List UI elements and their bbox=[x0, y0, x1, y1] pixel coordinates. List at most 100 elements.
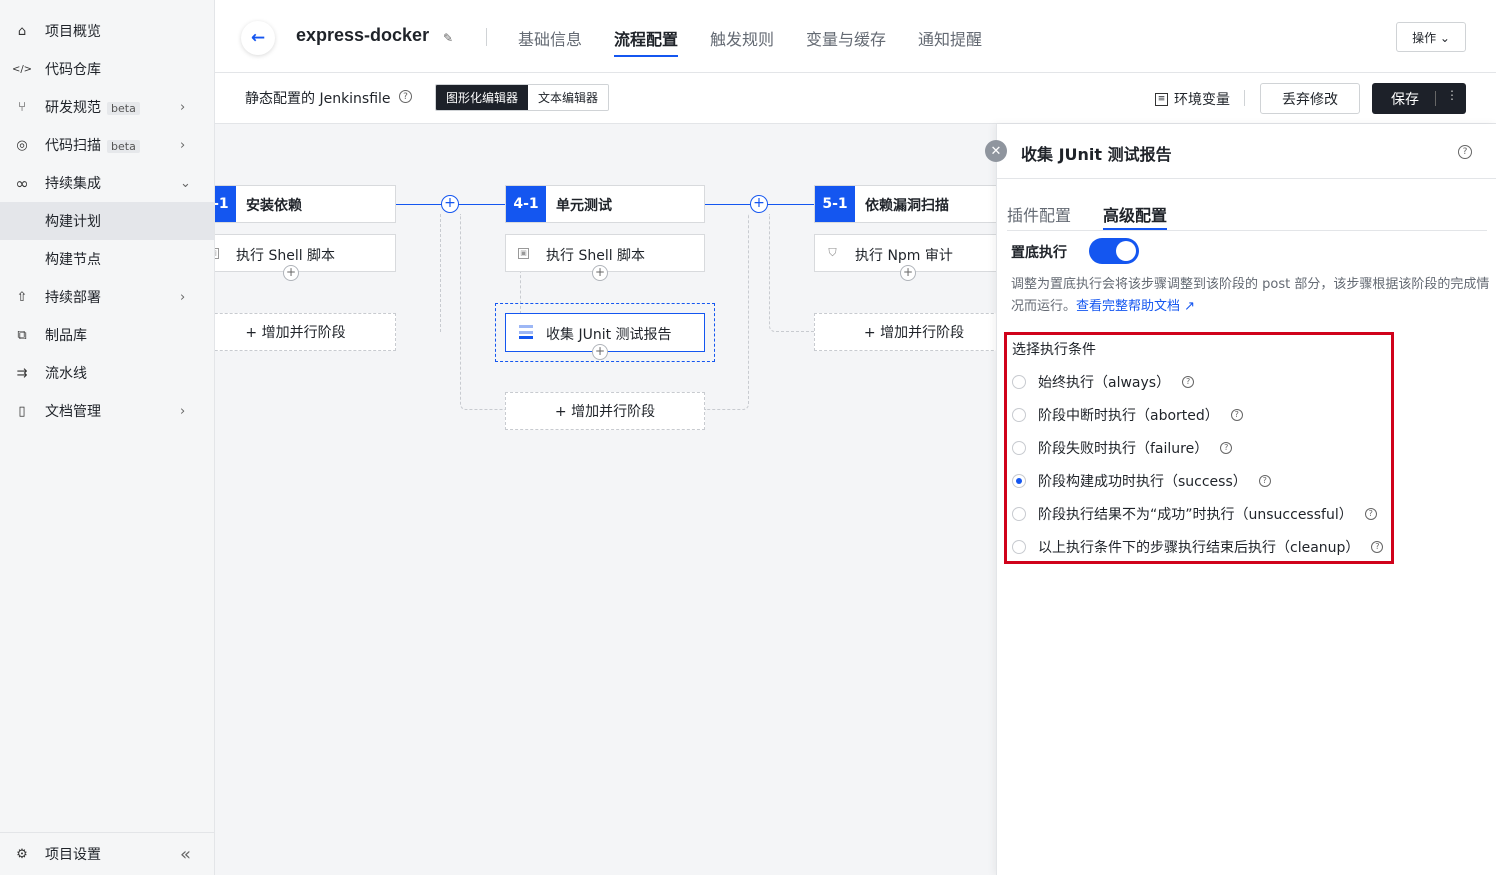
condition-label: 阶段执行结果不为“成功”时执行（unsuccessful） bbox=[1038, 507, 1353, 523]
env-variables-icon: ≡ bbox=[1155, 92, 1168, 106]
radio-button[interactable] bbox=[1012, 375, 1026, 389]
editor-mode-toggle: 图形化编辑器 文本编辑器 bbox=[435, 84, 610, 111]
stage-number: 5-1 bbox=[815, 186, 855, 222]
sidebar-item-label: 构建节点 bbox=[45, 252, 101, 268]
sidebar-item-pipeline[interactable]: ⇉ 流水线 bbox=[0, 354, 214, 392]
sidebar-item-label: 构建计划 bbox=[45, 214, 101, 230]
operations-dropdown[interactable]: 操作 ⌄ bbox=[1396, 22, 1466, 52]
add-stage-icon[interactable]: + bbox=[750, 195, 768, 213]
shell-icon: ▣ bbox=[518, 248, 529, 259]
sidebar-item-build-plan[interactable]: 构建计划 bbox=[0, 202, 214, 240]
shield-icon: ⛉ bbox=[828, 246, 837, 259]
edit-icon[interactable]: ✎ bbox=[443, 31, 453, 45]
sidebar-item-docs[interactable]: ▯ 文档管理 › bbox=[0, 392, 214, 430]
step-card[interactable]: ▣ 执行 Shell 脚本 bbox=[215, 234, 396, 272]
stage-number: 3-1 bbox=[215, 186, 236, 222]
condition-option-cleanup[interactable]: 以上执行条件下的步骤执行结束后执行（cleanup） ? bbox=[1012, 537, 1384, 557]
add-step-icon[interactable]: + bbox=[900, 265, 916, 281]
project-settings-label: 项目设置 bbox=[45, 847, 101, 863]
stage-header[interactable]: 5-1 依赖漏洞扫描 bbox=[814, 185, 996, 223]
sidebar-item-cd[interactable]: ⇧ 持续部署 › bbox=[0, 278, 214, 316]
sidebar-item-artifacts[interactable]: ⧉ 制品库 bbox=[0, 316, 214, 354]
help-icon[interactable]: ? bbox=[1458, 145, 1472, 159]
branch-icon: ⑂ bbox=[18, 99, 26, 115]
add-parallel-stage-button[interactable]: + 增加并行阶段 bbox=[505, 392, 705, 430]
add-parallel-stage-button[interactable]: + 增加并行阶段 bbox=[814, 313, 996, 351]
help-icon[interactable]: ? bbox=[1258, 475, 1271, 487]
condition-option-failure[interactable]: 阶段失败时执行（failure） ? bbox=[1012, 438, 1233, 458]
back-button[interactable]: ← bbox=[241, 21, 275, 55]
help-icon[interactable]: ? bbox=[1371, 541, 1384, 553]
help-icon[interactable]: ? bbox=[1220, 442, 1233, 454]
save-button[interactable]: 保存 ⋮ bbox=[1372, 83, 1466, 114]
sidebar-item-dev-standards[interactable]: ⑂ 研发规范 beta › bbox=[0, 88, 214, 126]
rocket-icon: ⇧ bbox=[16, 289, 28, 305]
pipeline-icon: ⇉ bbox=[16, 365, 28, 381]
help-icon[interactable]: ? bbox=[1182, 376, 1195, 388]
radio-button[interactable] bbox=[1012, 441, 1026, 455]
env-variables-button[interactable]: ≡ 环境变量 bbox=[1155, 89, 1230, 109]
help-icon[interactable]: ? bbox=[399, 90, 412, 103]
sidebar-item-label: 制品库 bbox=[45, 328, 87, 344]
add-step-icon[interactable]: + bbox=[592, 265, 608, 281]
more-options-icon[interactable]: ⋮ bbox=[1446, 88, 1458, 102]
step-config-panel: ✕ 收集 JUnit 测试报告 ? 插件配置 高级配置 置底执行 调整为置底执行… bbox=[985, 124, 1496, 875]
condition-label: 阶段失败时执行（failure） bbox=[1038, 441, 1209, 457]
collapse-sidebar-icon[interactable]: « bbox=[180, 844, 191, 865]
help-doc-link[interactable]: 查看完整帮助文档 ↗ bbox=[1076, 299, 1195, 314]
radio-button-selected[interactable] bbox=[1012, 474, 1026, 488]
tab-notifications[interactable]: 通知提醒 bbox=[918, 26, 982, 50]
sidebar-item-code-scan[interactable]: ◎ 代码扫描 beta › bbox=[0, 126, 214, 164]
env-variables-label: 环境变量 bbox=[1174, 92, 1230, 108]
save-label: 保存 bbox=[1391, 92, 1419, 108]
chevron-right-icon: › bbox=[180, 289, 186, 305]
stage-header[interactable]: 4-1 单元测试 bbox=[505, 185, 705, 223]
active-tab-indicator bbox=[614, 55, 678, 57]
sidebar-item-label: 持续部署 bbox=[45, 290, 101, 306]
sidebar-item-code-repo[interactable]: </> 代码仓库 bbox=[0, 50, 214, 88]
stage-header[interactable]: 3-1 安装依赖 bbox=[215, 185, 396, 223]
condition-option-always[interactable]: 始终执行（always） ? bbox=[1012, 372, 1195, 392]
radio-button[interactable] bbox=[1012, 540, 1026, 554]
tab-advanced-config[interactable]: 高级配置 bbox=[1103, 202, 1167, 226]
sidebar-item-build-nodes[interactable]: 构建节点 bbox=[0, 240, 214, 278]
tab-plugin-config[interactable]: 插件配置 bbox=[1007, 202, 1071, 226]
tab-flow-config[interactable]: 流程配置 bbox=[614, 26, 678, 50]
tab-trigger-rules[interactable]: 触发规则 bbox=[710, 26, 774, 50]
run-at-bottom-label: 置底执行 bbox=[1011, 245, 1067, 261]
panel-title: 收集 JUnit 测试报告 bbox=[1021, 145, 1172, 164]
condition-option-aborted[interactable]: 阶段中断时执行（aborted） ? bbox=[1012, 405, 1243, 425]
sidebar-item-label: 持续集成 bbox=[45, 176, 101, 192]
help-icon[interactable]: ? bbox=[1230, 409, 1243, 421]
beta-badge: beta bbox=[107, 140, 140, 153]
junit-report-icon bbox=[519, 325, 533, 339]
run-at-bottom-toggle[interactable] bbox=[1089, 238, 1139, 264]
discard-changes-button[interactable]: 丢弃修改 bbox=[1260, 83, 1360, 114]
chevron-right-icon: › bbox=[180, 403, 186, 419]
sidebar-item-label: 代码扫描 bbox=[45, 138, 101, 154]
stage-title: 安装依赖 bbox=[246, 198, 302, 214]
condition-group: 选择执行条件 始终执行（always） ? 阶段中断时执行（aborted） ?… bbox=[1004, 332, 1394, 564]
sidebar-item-overview[interactable]: ⌂ 项目概览 bbox=[0, 12, 214, 50]
close-icon[interactable]: ✕ bbox=[985, 140, 1007, 162]
add-stage-icon[interactable]: + bbox=[441, 195, 459, 213]
sidebar-item-ci[interactable]: ∞ 持续集成 ⌄ bbox=[0, 164, 214, 202]
help-icon[interactable]: ? bbox=[1364, 508, 1377, 520]
add-step-icon[interactable]: + bbox=[283, 265, 299, 281]
tab-basic-info[interactable]: 基础信息 bbox=[518, 26, 582, 50]
shell-icon: ▣ bbox=[215, 248, 219, 259]
add-step-icon[interactable]: + bbox=[592, 344, 608, 360]
graphic-editor-button[interactable]: 图形化编辑器 bbox=[436, 85, 529, 110]
step-label: 执行 Shell 脚本 bbox=[546, 248, 646, 264]
add-parallel-stage-button[interactable]: + 增加并行阶段 bbox=[215, 313, 396, 351]
radio-button[interactable] bbox=[1012, 507, 1026, 521]
condition-option-unsuccessful[interactable]: 阶段执行结果不为“成功”时执行（unsuccessful） ? bbox=[1012, 504, 1377, 524]
infinity-icon: ∞ bbox=[15, 173, 29, 193]
radio-button[interactable] bbox=[1012, 408, 1026, 422]
divider bbox=[1435, 91, 1436, 106]
stage-title: 单元测试 bbox=[556, 198, 612, 214]
condition-option-success[interactable]: 阶段构建成功时执行（success） ? bbox=[1012, 471, 1271, 491]
text-editor-button[interactable]: 文本编辑器 bbox=[528, 85, 609, 110]
tab-variables-cache[interactable]: 变量与缓存 bbox=[806, 26, 886, 50]
project-settings-item[interactable]: ⚙ 项目设置 « bbox=[0, 835, 214, 873]
